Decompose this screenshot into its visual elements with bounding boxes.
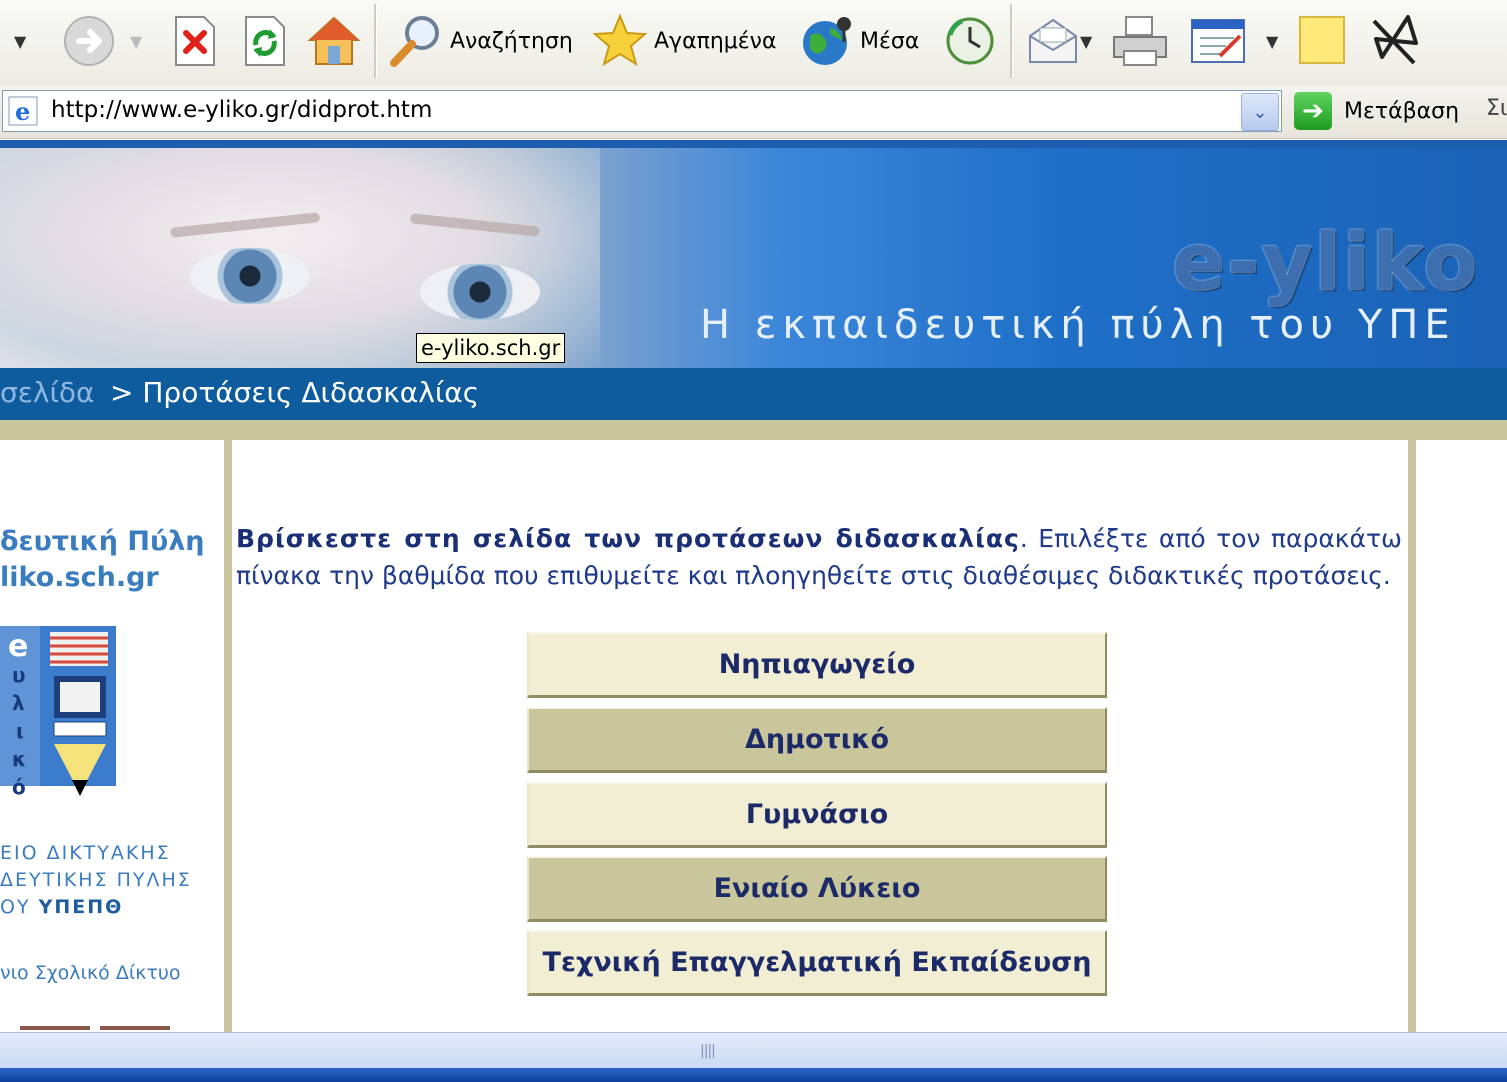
level-button-kindergarten[interactable]: Νηπιαγωγείο [527, 632, 1107, 698]
favorites-label: Αγαπημένα [654, 28, 777, 54]
messenger-icon [1372, 15, 1418, 65]
star-icon [592, 13, 648, 67]
frame-right-border [1408, 440, 1416, 1032]
horizontal-scrollbar[interactable]: |||| [0, 1032, 1507, 1069]
mail-button[interactable]: ▼ [1026, 10, 1092, 72]
portal-title-line2: liko.sch.gr [0, 562, 159, 593]
intro-bold: Βρίσκεστε στη σελίδα των προτάσεων διδασ… [236, 524, 1020, 553]
main-content: Βρίσκεστε στη σελίδα των προτάσεων διδασ… [232, 440, 1408, 1032]
face-eye [190, 248, 310, 304]
ministry-line3-prefix: ΟΥ [0, 896, 39, 918]
banner-top-strip [0, 140, 1507, 148]
mail-icon [1029, 18, 1077, 63]
search-button[interactable]: Αναζήτηση [388, 10, 573, 72]
svg-text:κ: κ [12, 747, 26, 771]
go-button[interactable]: ➔ Μετάβαση [1294, 92, 1459, 130]
frame-top-border [0, 420, 1507, 440]
ministry-acronym: ΥΠΕΠΘ [38, 896, 124, 918]
svg-text:ό: ό [12, 775, 26, 799]
chevron-down-icon: ▼ [14, 31, 27, 51]
go-arrow-icon: ➔ [1294, 92, 1332, 130]
svg-text:υ: υ [12, 663, 26, 687]
forward-arrow-icon [64, 16, 114, 66]
history-clock-icon [946, 17, 994, 65]
address-dropdown-button[interactable]: ⌄ [1241, 93, 1279, 131]
portal-title-line1: δευτική Πύλη [0, 526, 205, 557]
svg-text:λ: λ [12, 691, 25, 715]
chevron-down-icon: ▼ [1080, 31, 1093, 51]
messenger-button[interactable] [1368, 10, 1422, 72]
chevron-down-icon: ▼ [1266, 31, 1279, 51]
scrollbar-grip-icon[interactable]: |||| [700, 1043, 716, 1059]
frame-left-border [224, 440, 232, 1032]
discuss-button[interactable] [1298, 10, 1348, 72]
stop-icon [175, 16, 215, 66]
favorites-button[interactable]: Αγαπημένα [592, 10, 776, 72]
school-network-link[interactable]: νιο Σχολικό Δίκτυο [0, 962, 181, 984]
breadcrumb-separator: > [110, 376, 134, 409]
svg-text:ι: ι [16, 719, 24, 743]
level-button-technical[interactable]: Τεχνική Επαγγελματική Εκπαίδευση [527, 930, 1107, 996]
taskbar-strip [0, 1068, 1507, 1082]
refresh-icon [245, 16, 285, 66]
breadcrumb-home-link[interactable]: σελίδα [0, 376, 95, 409]
breadcrumb: σελίδα > Προτάσεις Διδασκαλίας [0, 368, 1507, 420]
level-button-gymnasium[interactable]: Γυμνάσιο [527, 782, 1107, 848]
search-icon [390, 16, 439, 67]
chevron-down-icon: ⌄ [1252, 101, 1268, 123]
forward-button[interactable]: ▼ [62, 10, 142, 72]
breadcrumb-current: > Προτάσεις Διδασκαλίας [110, 376, 479, 409]
edit-button[interactable]: ▼ [1190, 10, 1278, 72]
home-button[interactable] [306, 10, 362, 72]
ministry-line: ΟΥ ΥΠΕΠΘ [0, 894, 192, 921]
toolbar-separator [374, 4, 377, 78]
address-bar: e http://www.e-yliko.gr/didprot.htm ⌄ ➔ … [0, 86, 1507, 139]
toolbar-separator [1010, 4, 1013, 78]
go-label: Μετάβαση [1344, 98, 1460, 124]
edit-page-icon [1191, 19, 1245, 63]
home-icon [307, 16, 361, 65]
e-yliko-side-logo[interactable]: e υ λ ι κ ό [0, 626, 118, 804]
media-globe-icon [803, 17, 851, 65]
chevron-down-icon: ▼ [130, 31, 143, 51]
face-eye [420, 264, 540, 320]
svg-text:e: e [8, 629, 28, 664]
face-brow [409, 213, 541, 237]
refresh-button[interactable] [242, 10, 288, 72]
address-input[interactable]: e http://www.e-yliko.gr/didprot.htm ⌄ [2, 90, 1282, 132]
note-icon [1299, 16, 1345, 64]
right-margin [1416, 440, 1507, 1032]
e-yliko-logo: e-yliko [1172, 218, 1479, 308]
link-tooltip: e-yliko.sch.gr [416, 333, 566, 363]
left-sidebar: δευτική Πύλη liko.sch.gr e υ λ ι κ ό ΕΙΟ… [0, 440, 224, 1032]
address-url[interactable]: http://www.e-yliko.gr/didprot.htm [51, 97, 432, 123]
breadcrumb-current-label: Προτάσεις Διδασκαλίας [142, 376, 480, 409]
links-label[interactable]: Σι [1486, 96, 1507, 121]
ministry-text: ΕΙΟ ΔΙΚΤΥΑΚΗΣ ΔΕΥΤΙΚΗΣ ΠΥΛΗΣ ΟΥ ΥΠΕΠΘ [0, 840, 192, 921]
portal-title[interactable]: δευτική Πύλη liko.sch.gr [0, 524, 205, 596]
search-label: Αναζήτηση [450, 28, 573, 54]
intro-paragraph: Βρίσκεστε στη σελίδα των προτάσεων διδασ… [236, 520, 1402, 594]
banner-subtitle: Η εκπαιδευτική πύλη του ΥΠΕ [700, 302, 1456, 348]
media-button[interactable]: Μέσα [800, 10, 919, 72]
printer-icon [1113, 16, 1167, 66]
level-button-lyceum[interactable]: Ενιαίο Λύκειο [527, 856, 1107, 922]
site-banner: e-yliko Η εκπαιδευτική πύλη του ΥΠΕ [0, 140, 1507, 368]
print-button[interactable] [1110, 10, 1170, 72]
media-label: Μέσα [860, 28, 920, 54]
face-brow [169, 212, 321, 238]
ministry-line: ΕΙΟ ΔΙΚΤΥΑΚΗΣ [0, 842, 171, 864]
ministry-line: ΔΕΥΤΙΚΗΣ ΠΥΛΗΣ [0, 869, 192, 891]
back-dropdown[interactable]: ▼ [14, 10, 26, 72]
stop-button[interactable] [172, 10, 218, 72]
history-button[interactable] [944, 10, 996, 72]
svg-text:e: e [15, 97, 30, 126]
level-button-primary[interactable]: Δημοτικό [527, 707, 1107, 773]
ie-page-icon: e [8, 96, 38, 126]
browser-toolbar: ▼ ▼ Αναζήτηση Αγαπημένα Μέσα ▼ ▼ [0, 0, 1507, 87]
